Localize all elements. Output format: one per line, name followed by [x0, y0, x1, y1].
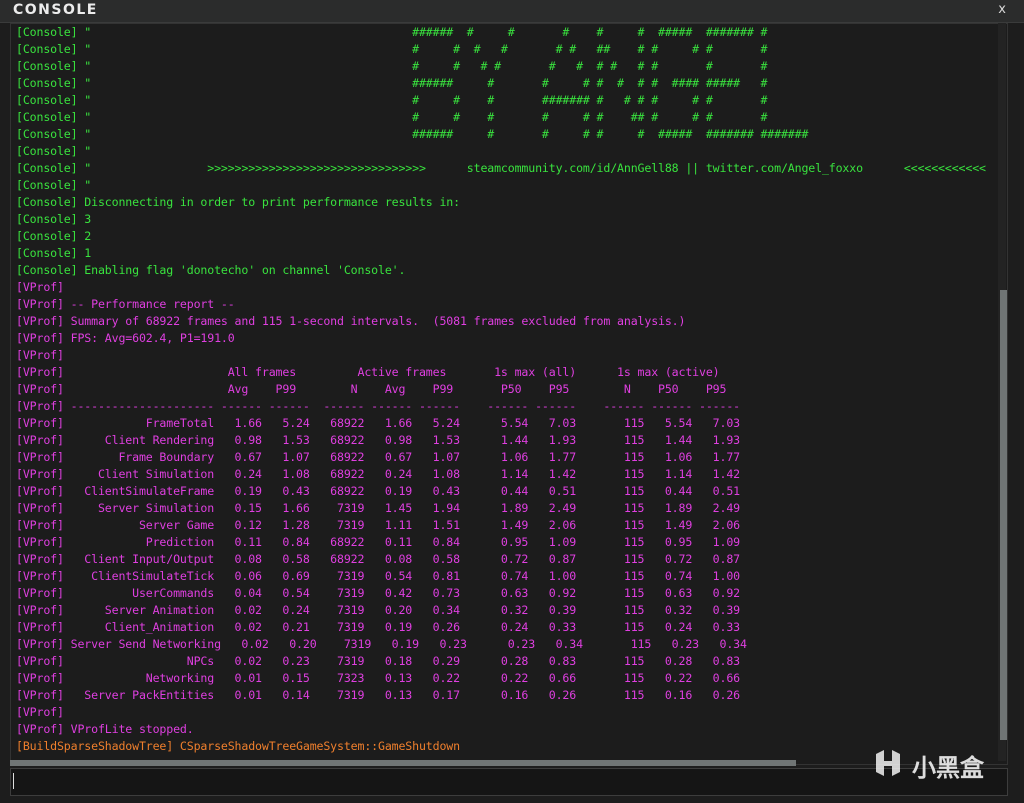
console-line: [VProf] All frames Active frames 1s max … [16, 365, 720, 379]
console-line: [BuildSparseShadowTree] CSparseShadowTre… [16, 739, 460, 753]
console-line: [VProf] FrameTotal 1.66 5.24 68922 1.66 … [16, 416, 740, 430]
console-line: [VProf] [16, 348, 64, 362]
console-line: [VProf] -- Performance report -- [16, 297, 235, 311]
console-line: [VProf] Server Game 0.12 1.28 7319 1.11 … [16, 518, 740, 532]
title-bar[interactable]: CONSOLE x [0, 0, 1024, 23]
console-line: [VProf] VProfLite stopped. [16, 722, 194, 736]
console-line: [Console] " [16, 144, 92, 158]
console-line: [VProf] Client Simulation 0.24 1.08 6892… [16, 467, 740, 481]
console-line: [VProf] Frame Boundary 0.67 1.07 68922 0… [16, 450, 740, 464]
console-line: [Console] " ###### # # # # # ##### #####… [16, 127, 809, 141]
command-input-box[interactable] [10, 768, 1008, 796]
console-line: [VProf] ClientSimulateFrame 0.19 0.43 68… [16, 484, 740, 498]
console-line: [VProf] UserCommands 0.04 0.54 7319 0.42… [16, 586, 740, 600]
console-line: [Console] " ###### # # # # # ##### #####… [16, 25, 768, 39]
text-caret [13, 773, 14, 789]
vertical-scrollbar-thumb[interactable] [1000, 290, 1007, 740]
horizontal-scrollbar-thumb[interactable] [10, 760, 796, 766]
console-line: [VProf] Server Animation 0.02 0.24 7319 … [16, 603, 740, 617]
console-line: [VProf] Client Input/Output 0.08 0.58 68… [16, 552, 740, 566]
watermark-text: 小黑盒 [912, 754, 984, 782]
console-line: [Console] 3 [16, 212, 92, 226]
console-line: [VProf] [16, 280, 64, 294]
console-log: [Console] " ###### # # # # # ##### #####… [16, 24, 986, 755]
window-title: CONSOLE [13, 2, 98, 18]
console-window: CONSOLE x [Console] " ###### # # # # # #… [0, 0, 1024, 803]
console-line: [VProf] ClientSimulateTick 0.06 0.69 731… [16, 569, 740, 583]
console-line: [VProf] Avg P99 N Avg P99 P50 P95 N P50 … [16, 382, 727, 396]
console-line: [Console] " ###### # # # # # # # #### ##… [16, 76, 768, 90]
console-line: [Console] " # # # # # # ## # # # # # [16, 42, 768, 56]
console-line: [Console] " [16, 178, 92, 192]
console-line: [Console] Enabling flag 'donotecho' on c… [16, 263, 406, 277]
close-button[interactable]: x [998, 2, 1006, 17]
console-line: [VProf] Client Rendering 0.98 1.53 68922… [16, 433, 740, 447]
watermark-logo: 小黑盒 [870, 744, 1000, 784]
console-line: [VProf] NPCs 0.02 0.23 7319 0.18 0.29 0.… [16, 654, 740, 668]
console-line: [VProf] Server Simulation 0.15 1.66 7319… [16, 501, 740, 515]
console-line: [VProf] Networking 0.01 0.15 7323 0.13 0… [16, 671, 740, 685]
console-line: [VProf] FPS: Avg=602.4, P1=191.0 [16, 331, 235, 345]
console-line: [Console] " # # # # # # # # # # # # [16, 59, 768, 73]
command-input[interactable] [11, 769, 1007, 795]
console-output[interactable]: [Console] " ###### # # # # # ##### #####… [10, 23, 1008, 765]
console-line: [Console] " >>>>>>>>>>>>>>>>>>>>>>>>>>>>… [16, 161, 986, 175]
console-line: [VProf] Client_Animation 0.02 0.21 7319 … [16, 620, 740, 634]
console-line: [Console] 2 [16, 229, 92, 243]
console-line: [VProf] Summary of 68922 frames and 115 … [16, 314, 686, 328]
console-line: [VProf] Server PackEntities 0.01 0.14 73… [16, 688, 740, 702]
console-line: [VProf] Server Send Networking 0.02 0.20… [16, 637, 747, 651]
console-line: [VProf] Prediction 0.11 0.84 68922 0.11 … [16, 535, 740, 549]
console-line: [VProf] --------------------- ------ ---… [16, 399, 740, 413]
console-line: [Console] " # # # # # # ## # # # # [16, 110, 768, 124]
console-line: [Console] " # # # ####### # # # # # # # [16, 93, 768, 107]
console-line: [Console] 1 [16, 246, 92, 260]
heybox-logo-icon [876, 750, 900, 776]
console-line: [Console] Disconnecting in order to prin… [16, 195, 460, 209]
console-line: [VProf] [16, 705, 64, 719]
